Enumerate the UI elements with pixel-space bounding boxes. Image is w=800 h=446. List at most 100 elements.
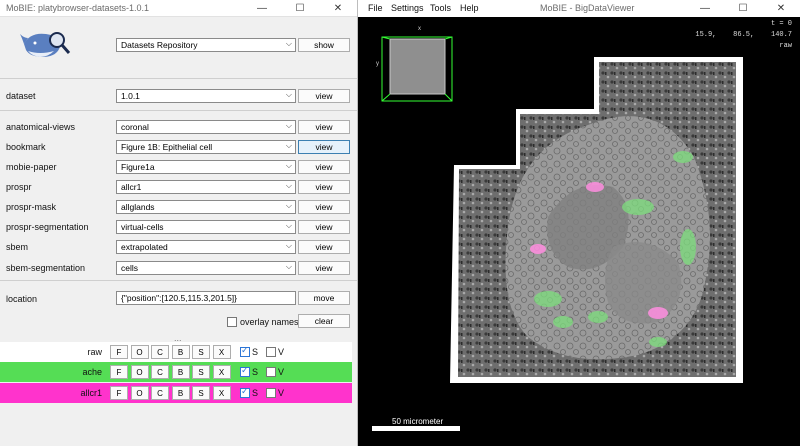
layer-brightness-button[interactable]: B (171, 365, 190, 379)
layer-show-button[interactable]: S (192, 386, 210, 400)
location-label: location (6, 294, 38, 304)
source-view-button-prospr-mask[interactable]: view (298, 200, 350, 214)
source-select-prospr-mask[interactable]: allglands ⌵ (116, 200, 296, 214)
source-value: allcr1 (121, 182, 142, 192)
show-button[interactable]: show (298, 38, 350, 52)
layer-s-label: S (252, 388, 259, 398)
chevron-down-icon: ⌵ (285, 90, 292, 99)
source-name-readout: raw (779, 42, 792, 50)
layer-color-button[interactable]: C (151, 386, 169, 400)
source-view-button-sbem-segmentation[interactable]: view (298, 261, 350, 275)
menu-tools[interactable]: Tools (430, 3, 451, 13)
layer-v-label: V (278, 347, 285, 357)
layer-focus-button[interactable]: F (110, 345, 128, 359)
clear-button[interactable]: clear (298, 314, 350, 328)
menu-help[interactable]: Help (460, 3, 479, 13)
source-label-anatomical-views: anatomical-views (6, 122, 76, 132)
move-button[interactable]: move (298, 291, 350, 305)
layer-brightness-button[interactable]: B (171, 345, 190, 359)
time-readout: t = 0 (770, 20, 792, 28)
scale-bar-label: 50 micrometer (392, 417, 444, 426)
layer-v-checkbox[interactable] (266, 367, 276, 377)
maximize-button[interactable]: ☐ (724, 0, 762, 17)
bigdataviewer-window: File Settings Tools Help MoBIE - BigData… (358, 0, 800, 446)
source-view-button-prospr[interactable]: view (298, 180, 350, 194)
source-label-prospr: prospr (6, 182, 32, 192)
minimize-button[interactable]: — (243, 0, 281, 17)
mobie-main-window: MoBIE: platybrowser-datasets-1.0.1 — ☐ ✕… (0, 0, 358, 446)
layer-remove-button[interactable]: X (212, 345, 231, 359)
source-view-button-bookmark[interactable]: view (298, 140, 350, 154)
layer-s-label: S (252, 367, 259, 377)
viewer-canvas[interactable]: x y (358, 17, 800, 446)
source-select-bookmark[interactable]: Figure 1B: Epithelial cell ⌵ (116, 140, 296, 154)
chevron-down-icon: ⌵ (285, 141, 292, 150)
chevron-down-icon: ⌵ (285, 181, 292, 190)
layer-v-label: V (278, 388, 285, 398)
layer-v-checkbox[interactable] (266, 388, 276, 398)
chevron-down-icon: ⌵ (285, 39, 292, 48)
layer-row-ache: acheFOCBSXSV (0, 362, 352, 382)
repository-select[interactable]: Datasets Repository ⌵ (116, 38, 296, 52)
dataset-select[interactable]: 1.0.1 ⌵ (116, 89, 296, 103)
layer-s-checkbox[interactable] (240, 345, 250, 357)
source-label-sbem: sbem (6, 242, 29, 252)
left-titlebar[interactable]: MoBIE: platybrowser-datasets-1.0.1 — ☐ ✕ (0, 0, 357, 17)
layer-v-label: V (278, 367, 285, 377)
chevron-down-icon: ⌵ (285, 241, 292, 250)
layer-focus-button[interactable]: F (110, 365, 128, 379)
nav-y-label: y (376, 61, 379, 67)
layer-s-checkbox[interactable] (240, 386, 250, 398)
dataset-value: 1.0.1 (121, 91, 140, 101)
source-select-prospr-segmentation[interactable]: virtual-cells ⌵ (116, 220, 296, 234)
layer-v-checkbox[interactable] (266, 347, 276, 357)
source-label-prospr-segmentation: prospr-segmentation (6, 222, 89, 232)
layer-opacity-button[interactable]: O (130, 386, 149, 400)
coordinate-readout: 15.9, 86.5, 140.7 (695, 31, 792, 39)
scale-bar (372, 426, 460, 431)
source-select-sbem[interactable]: extrapolated ⌵ (116, 240, 296, 254)
source-select-mobie-paper[interactable]: Figure1a ⌵ (116, 160, 296, 174)
divider (0, 280, 357, 281)
minimize-button[interactable]: — (686, 0, 724, 17)
source-value: allglands (121, 202, 155, 212)
dataset-view-button[interactable]: view (298, 89, 350, 103)
layer-remove-button[interactable]: X (212, 386, 231, 400)
source-select-prospr[interactable]: allcr1 ⌵ (116, 180, 296, 194)
window-title: MoBIE - BigDataViewer (540, 3, 635, 13)
layer-color-button[interactable]: C (151, 345, 169, 359)
source-select-anatomical-views[interactable]: coronal ⌵ (116, 120, 296, 134)
overlay-names-checkbox[interactable] (227, 317, 237, 327)
layer-focus-button[interactable]: F (110, 386, 128, 400)
layer-show-button[interactable]: S (192, 365, 210, 379)
chevron-down-icon: ⌵ (285, 121, 292, 130)
layer-opacity-button[interactable]: O (130, 365, 149, 379)
layer-brightness-button[interactable]: B (171, 386, 190, 400)
chevron-down-icon: ⌵ (285, 161, 292, 170)
layer-color-button[interactable]: C (151, 365, 169, 379)
layer-s-checkbox[interactable] (240, 365, 250, 377)
divider (0, 78, 357, 79)
source-view-button-anatomical-views[interactable]: view (298, 120, 350, 134)
menu-settings[interactable]: Settings (391, 3, 424, 13)
menu-file[interactable]: File (368, 3, 383, 13)
source-view-button-sbem[interactable]: view (298, 240, 350, 254)
layer-remove-button[interactable]: X (212, 365, 231, 379)
layer-name: allcr1 (80, 388, 102, 398)
layer-opacity-button[interactable]: O (130, 345, 149, 359)
location-input[interactable]: {"position":[120.5,115.3,201.5]} (116, 291, 296, 305)
source-label-sbem-segmentation: sbem-segmentation (6, 263, 86, 273)
source-label-bookmark: bookmark (6, 142, 46, 152)
source-select-sbem-segmentation[interactable]: cells ⌵ (116, 261, 296, 275)
maximize-button[interactable]: ☐ (281, 0, 319, 17)
source-view-button-prospr-segmentation[interactable]: view (298, 220, 350, 234)
source-value: coronal (121, 122, 149, 132)
layer-row-allcr1: allcr1FOCBSXSV (0, 383, 352, 403)
overlay-names-label: overlay names (240, 317, 299, 327)
layer-show-button[interactable]: S (192, 345, 210, 359)
source-view-button-mobie-paper[interactable]: view (298, 160, 350, 174)
close-button[interactable]: ✕ (762, 0, 800, 17)
layer-row-raw: rawFOCBSXSV (0, 342, 352, 362)
layer-name: ache (82, 367, 102, 377)
close-button[interactable]: ✕ (319, 0, 357, 17)
